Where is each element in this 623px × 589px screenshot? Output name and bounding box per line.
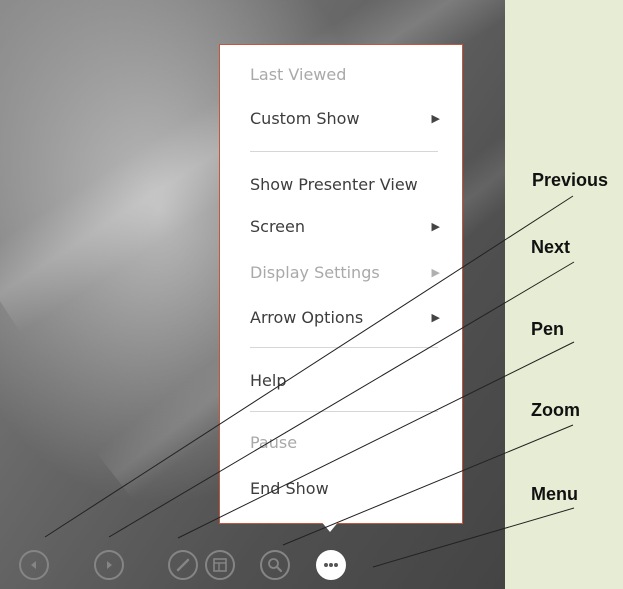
callout-label-pen: Pen — [531, 319, 565, 339]
callout-label-next: Next — [531, 237, 571, 257]
callout-line-previous — [44, 195, 574, 538]
callout-label-menu: Menu — [531, 484, 578, 504]
callout-line-zoom — [282, 424, 574, 546]
callout-label-zoom: Zoom — [531, 400, 580, 420]
callout-line-pen — [177, 341, 575, 539]
callout-line-next — [108, 261, 575, 538]
callout-label-previous: Previous — [532, 170, 609, 190]
callout-lines — [44, 195, 575, 568]
callout-line-menu — [372, 507, 575, 568]
